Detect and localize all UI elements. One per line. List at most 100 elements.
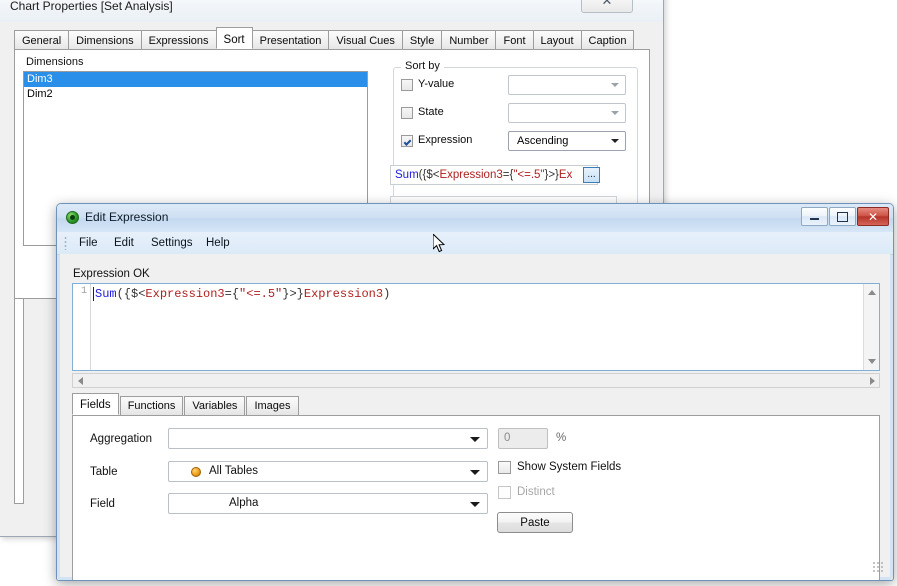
tab-visual-cues[interactable]: Visual Cues [328,30,403,49]
combo-value: Ascending [517,135,569,147]
tab-fields[interactable]: Fields [72,393,119,415]
scroll-down-button[interactable] [864,354,879,369]
maximize-button[interactable] [829,207,856,226]
dimensions-label: Dimensions [23,56,87,68]
tab-images[interactable]: Images [246,396,299,415]
token-plain: ({$< [418,169,440,181]
tab-presentation[interactable]: Presentation [251,30,330,49]
fields-tab-panel: Aggregation 0 % Table All Tables Field A… [72,415,880,580]
token-field: Expression3 [145,287,225,301]
chart-properties-title: Chart Properties [Set Analysis] [10,0,173,13]
open-expression-editor-button[interactable]: ... [583,167,600,183]
edit-expression-window: Edit Expression ✕ File Edit Settings Hel… [56,203,894,581]
resize-grip[interactable] [872,561,884,573]
menu-settings[interactable]: Settings [147,235,197,251]
editor-gutter: 1 [73,284,91,370]
close-button[interactable]: ✕ [857,207,889,226]
tab-sort[interactable]: Sort [215,27,253,49]
triangle-right-icon [869,376,875,385]
sort-expression-input[interactable]: Sum({$<Expression3={"<=.5"}>}Ex [390,165,598,185]
label-distinct: Distinct [517,486,555,498]
token-string: "<=.5" [239,287,283,301]
label-table: Table [90,466,118,478]
expression-source-tabstrip: Fields Functions Variables Images [72,393,300,416]
list-item[interactable]: Dim2 [24,87,367,102]
paste-button[interactable]: Paste [497,512,573,533]
combo-sort-direction[interactable]: Ascending [508,131,626,151]
triangle-up-icon [867,290,876,295]
token-string: "<=.5" [513,169,545,181]
combo-table[interactable]: All Tables [168,461,488,482]
label-state: State [418,106,444,118]
tab-expressions[interactable]: Expressions [140,30,217,49]
token-plain: ) [383,287,391,301]
scroll-right-button[interactable] [865,374,879,387]
combo-state[interactable] [508,103,626,123]
checkbox-y-value[interactable] [401,79,413,91]
tab-label: Sort [223,34,245,46]
combo-y-value[interactable] [508,75,626,95]
text-caret [93,287,94,301]
label-y-value: Y-value [418,78,455,90]
editor-horizontal-scrollbar[interactable] [72,373,880,388]
tab-label: Visual Cues [336,35,395,47]
tab-layout[interactable]: Layout [532,30,582,49]
tab-number[interactable]: Number [441,30,497,49]
sort-by-legend: Sort by [401,60,444,72]
checkbox-state[interactable] [401,107,413,119]
tab-style[interactable]: Style [401,30,443,49]
chart-properties-titlebar: Chart Properties [Set Analysis] [0,0,663,22]
screen-root: Chart Properties [Set Analysis] ✕ Genera… [0,0,897,586]
menubar-grip-icon[interactable] [64,236,67,250]
combo-field[interactable]: Alpha [168,493,488,514]
menu-file[interactable]: File [75,235,102,251]
token-field: Expression3 [439,169,503,181]
minimize-button[interactable] [801,207,828,226]
editor-vertical-scrollbar[interactable] [863,284,879,370]
chevron-down-icon [611,83,619,87]
triangle-left-icon [77,376,83,385]
chart-properties-close-button[interactable]: ✕ [581,0,633,13]
expression-editor[interactable]: 1 Sum({$<Expression3={"<=.5"}>}Expressio… [72,283,880,371]
chart-properties-tabstrip: General Dimensions Expressions Sort Pres… [14,27,650,50]
chevron-down-icon [611,139,619,143]
line-number: 1 [80,286,87,297]
mouse-cursor [432,232,446,253]
triangle-down-icon [867,359,876,364]
tab-font[interactable]: Font [495,30,534,49]
tab-general[interactable]: General [14,30,70,49]
chart-properties-lower-panel [14,299,24,504]
tab-label: Style [409,35,435,47]
token-function: Sum [395,169,419,181]
list-item[interactable]: Dim3 [24,72,367,87]
percent-symbol: % [556,432,567,444]
tab-functions[interactable]: Functions [119,396,184,415]
dimension-name: Dim3 [27,73,53,85]
percent-value: 0 [504,432,511,444]
token-function: Sum [95,287,117,301]
qlikview-app-icon [66,211,79,224]
percent-input[interactable]: 0 [498,428,548,449]
menu-edit[interactable]: Edit [110,235,138,251]
token-plain: ={ [224,287,240,301]
tab-dimensions[interactable]: Dimensions [68,30,142,49]
tab-variables[interactable]: Variables [184,396,246,415]
tab-caption[interactable]: Caption [580,30,635,49]
combo-aggregation[interactable] [168,428,488,449]
window-buttons: ✕ [800,207,889,226]
scroll-left-button[interactable] [73,374,87,387]
scroll-up-button[interactable] [864,285,879,300]
checkbox-show-system-fields[interactable] [498,461,511,474]
tab-label: Dimensions [76,35,134,47]
edit-expression-client-area: Expression OK 1 Sum({$<Expression3={"<=.… [60,254,890,580]
edit-expression-titlebar[interactable]: Edit Expression ✕ [57,204,893,233]
label-show-system-fields: Show System Fields [517,461,622,473]
tab-label: Images [254,400,291,412]
menu-help[interactable]: Help [202,235,234,251]
tab-label: Expressions [148,35,209,47]
close-icon: ✕ [867,209,879,224]
checkbox-expression[interactable] [401,135,413,147]
chevron-down-icon [470,437,480,442]
tab-label: Caption [588,35,627,47]
combo-value: Alpha [229,497,259,509]
